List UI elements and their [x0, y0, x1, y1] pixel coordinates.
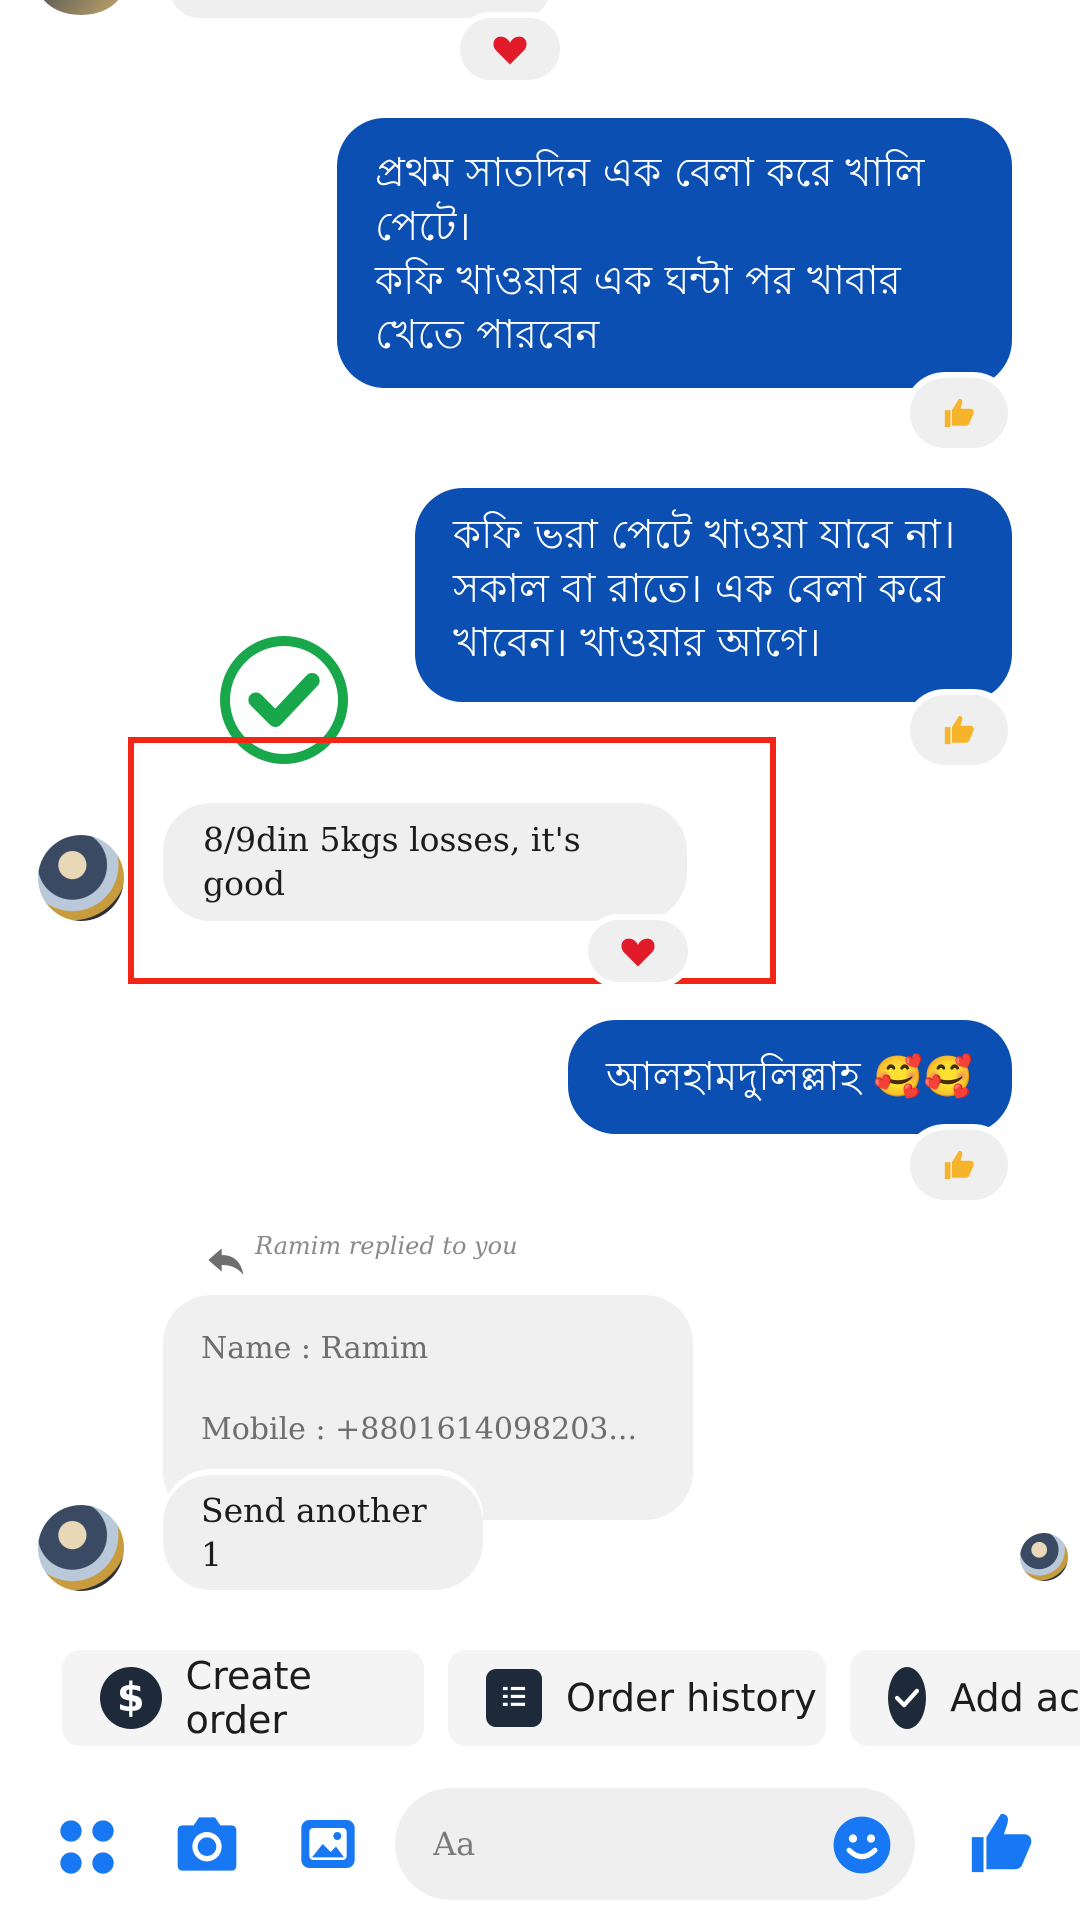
- gallery-icon[interactable]: [296, 1812, 360, 1876]
- check-icon: [888, 1667, 927, 1729]
- reply-label: Ramim replied to you: [255, 1232, 518, 1260]
- apps-grid-icon[interactable]: [55, 1815, 119, 1879]
- quoted-line: Name : Ramim: [201, 1331, 429, 1366]
- like-reaction[interactable]: [910, 378, 1008, 448]
- like-reaction[interactable]: [910, 695, 1008, 765]
- avatar-top: [38, 0, 124, 15]
- thumbs-up-icon: [944, 715, 974, 745]
- thumbs-up-icon: [944, 398, 974, 428]
- incoming-message[interactable]: 8/9din 5kgs losses, it's good: [163, 803, 687, 921]
- message-line: প্রথম সাতদিন এক বেলা করে খালি: [375, 150, 925, 196]
- camera-icon[interactable]: [172, 1812, 242, 1876]
- message-input[interactable]: [431, 1818, 795, 1870]
- outgoing-message[interactable]: প্রথম সাতদিন এক বেলা করে খালি পেটে। কফি …: [337, 118, 1012, 388]
- emoji-icon[interactable]: [831, 1814, 893, 1876]
- add-action-label: Add ac: [950, 1676, 1080, 1720]
- add-action-button[interactable]: Add ac: [850, 1650, 1080, 1746]
- heart-reaction[interactable]: [588, 920, 688, 982]
- create-order-button[interactable]: $ Create order: [62, 1650, 424, 1746]
- seen-avatar: [1020, 1533, 1068, 1581]
- order-history-label: Order history: [566, 1676, 817, 1720]
- avatar[interactable]: [38, 1505, 124, 1591]
- avatar[interactable]: [38, 835, 124, 921]
- thumbs-up-send-icon[interactable]: [965, 1808, 1037, 1878]
- message-line: কফি ভরা পেটে খাওয়া যাবে না।: [453, 512, 956, 558]
- heart-icon: [493, 36, 527, 65]
- message-line: খেতে পারবেন: [375, 312, 600, 358]
- heart-reaction[interactable]: [460, 18, 560, 80]
- reply-icon: [208, 1248, 244, 1275]
- message-line: কফি খাওয়ার এক ঘন্টা পর খাবার: [375, 258, 901, 304]
- message-bubble-partial[interactable]: [170, 0, 550, 18]
- message-line: সকাল বা রাতে। এক বেলা করে: [453, 566, 945, 612]
- message-composer[interactable]: [395, 1788, 915, 1900]
- dollar-icon: $: [100, 1667, 162, 1729]
- create-order-label: Create order: [185, 1654, 312, 1742]
- outgoing-message[interactable]: আলহামদুলিল্লাহ 🥰🥰: [568, 1020, 1012, 1134]
- thumbs-up-icon: [944, 1150, 974, 1180]
- message-line: পেটে।: [375, 204, 471, 250]
- document-icon: [486, 1669, 542, 1727]
- quoted-line: Mobile : +8801614098203...: [201, 1412, 637, 1447]
- order-history-button[interactable]: Order history: [448, 1650, 826, 1746]
- like-reaction[interactable]: [910, 1130, 1008, 1200]
- incoming-message[interactable]: Send another 1: [163, 1475, 483, 1590]
- message-line: খাবেন। খাওয়ার আগে।: [453, 620, 821, 666]
- outgoing-message[interactable]: কফি ভরা পেটে খাওয়া যাবে না। সকাল বা রাত…: [415, 488, 1012, 702]
- heart-icon: [621, 938, 655, 967]
